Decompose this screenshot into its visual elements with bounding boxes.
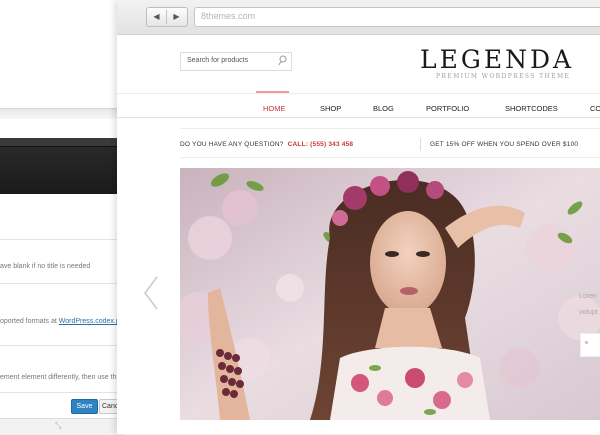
search-input[interactable]: Search for products	[180, 52, 292, 71]
nav-top-border	[117, 93, 600, 94]
admin-toolbar-grip	[0, 138, 125, 147]
website: Search for products LEGENDA PREMIUM WORD…	[117, 35, 600, 434]
slide-caption-line-2: volupt	[579, 309, 598, 316]
slider-prev-arrow-icon[interactable]	[143, 275, 159, 311]
search-placeholder: Search for products	[187, 57, 249, 64]
info-question: DO YOU HAVE ANY QUESTION? CALL: (555) 34…	[180, 141, 353, 148]
admin-formats-text: oported formats at	[0, 318, 59, 325]
nav-contact[interactable]: CO	[590, 104, 600, 113]
info-bar-divider	[420, 138, 421, 151]
question-text: DO YOU HAVE ANY QUESTION?	[180, 141, 284, 148]
promo-text: GET 15% OFF WHEN YOU SPEND OVER $100	[430, 141, 579, 148]
info-bar-top-border	[180, 128, 600, 129]
nav-home[interactable]: HOME	[263, 104, 286, 113]
phone-number: CALL: (555) 343 458	[287, 141, 354, 148]
admin-divider	[0, 239, 125, 240]
admin-formats-hint: oported formats at WordPress.codex.page	[0, 318, 131, 325]
address-bar-url: 8themes.com	[201, 11, 256, 21]
slide-caption-line-1: Loren	[579, 293, 597, 300]
admin-window-edge	[0, 108, 125, 119]
browser-toolbar: ◀ ▶ 8themes.com	[117, 0, 600, 35]
admin-title-hint: ave blank if no title is needed	[0, 263, 91, 270]
admin-footer: ⤡	[0, 418, 125, 435]
resize-handle-icon[interactable]: ⤡	[55, 421, 61, 431]
nav-bottom-border	[117, 117, 600, 118]
nav-blog[interactable]: BLOG	[373, 104, 394, 113]
nav-active-indicator	[256, 91, 289, 93]
site-logo[interactable]: LEGENDA	[420, 45, 574, 74]
nav-shortcodes[interactable]: SHORTCODES	[505, 104, 558, 113]
nav-shop[interactable]: SHOP	[320, 104, 341, 113]
admin-dark-toolbar	[0, 138, 125, 194]
button-dot-icon	[585, 341, 588, 344]
admin-divider	[0, 283, 125, 284]
admin-divider	[0, 392, 125, 393]
admin-divider	[0, 345, 125, 346]
address-bar[interactable]: 8themes.com	[194, 7, 600, 27]
admin-window: ave blank if no title is needed oported …	[0, 0, 136, 435]
nav-portfolio[interactable]: PORTFOLIO	[426, 104, 469, 113]
back-arrow-icon[interactable]: ◀	[147, 8, 166, 26]
slide-action-button[interactable]	[580, 333, 600, 357]
browser-nav-buttons: ◀ ▶	[146, 7, 188, 27]
info-bar-bottom-border	[180, 157, 600, 158]
site-tagline: PREMIUM WORDPRESS THEME	[436, 73, 571, 80]
hero-slider-image[interactable]	[180, 168, 600, 420]
admin-form-body	[0, 194, 125, 434]
search-icon[interactable]	[278, 55, 287, 67]
admin-element-hint: ement element differently, then use this…	[0, 374, 137, 381]
browser-window: ◀ ▶ 8themes.com Search for products LEGE…	[117, 0, 600, 434]
save-button[interactable]: Save	[71, 399, 98, 414]
forward-arrow-icon[interactable]: ▶	[167, 8, 186, 26]
